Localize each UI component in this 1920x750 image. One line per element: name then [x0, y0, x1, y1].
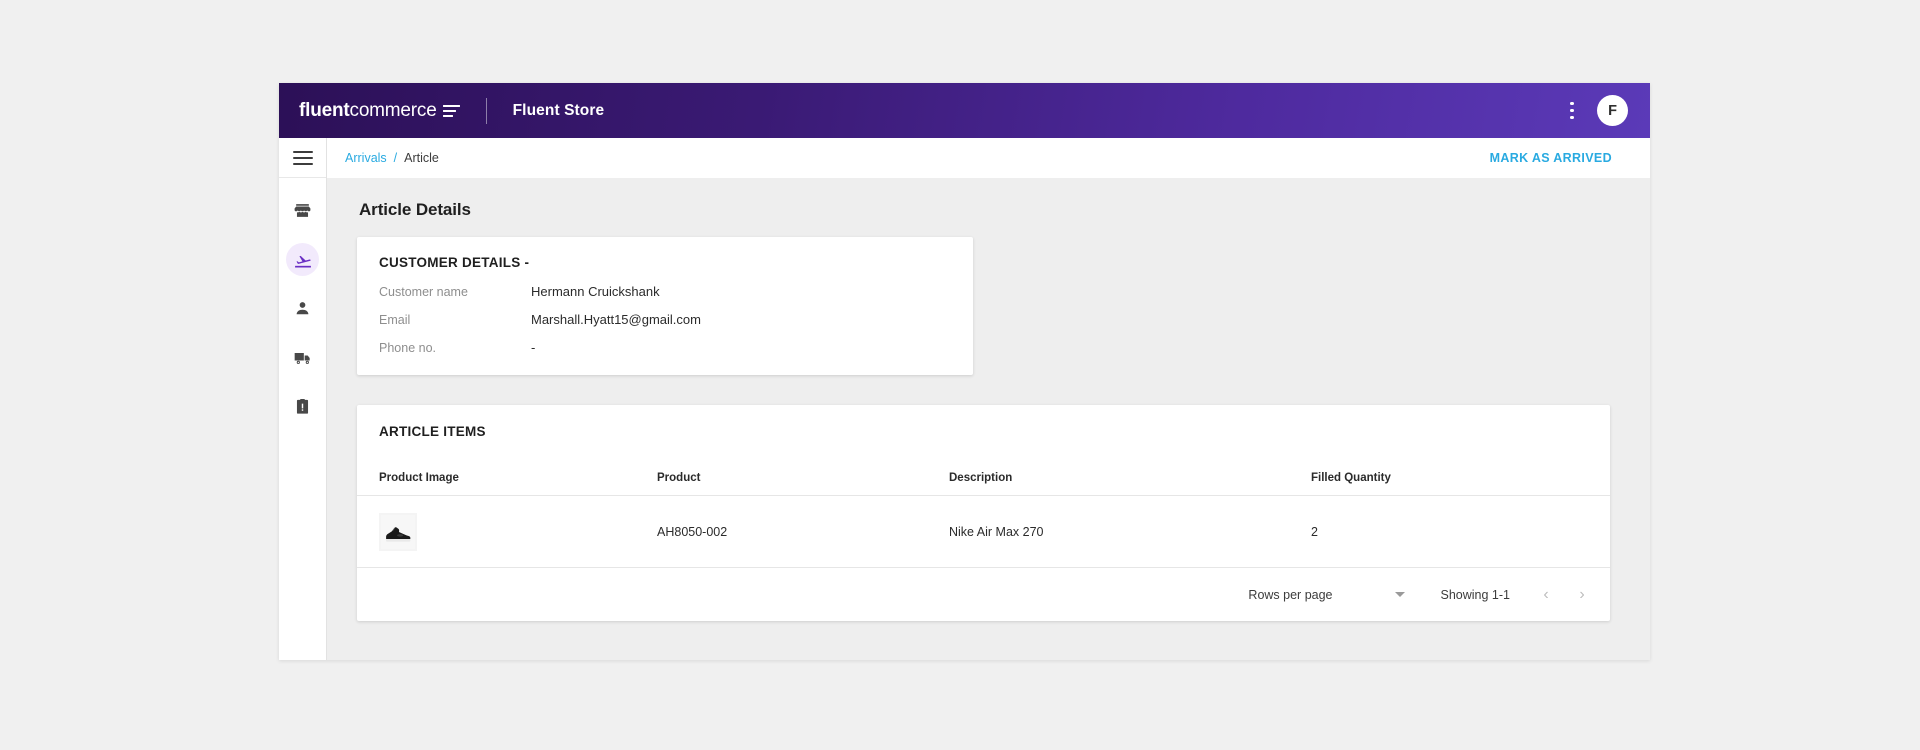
cell-product-image [357, 496, 657, 568]
breadcrumb: Arrivals / Article [345, 151, 439, 165]
app-window: fluentcommerce Fluent Store F [279, 83, 1650, 660]
chevron-right-icon[interactable]: › [1572, 585, 1592, 605]
customer-details-card: CUSTOMER DETAILS - Customer name Hermann… [357, 237, 973, 375]
breadcrumb-separator: / [394, 151, 397, 165]
top-bar: fluentcommerce Fluent Store F [279, 83, 1650, 138]
cell-filled-quantity: 2 [1311, 496, 1610, 568]
brand-logo-bold: fluent [299, 100, 350, 121]
hamburger-menu-icon [293, 151, 313, 165]
app-name: Fluent Store [513, 102, 605, 120]
customer-email-label: Email [379, 313, 531, 327]
sidebar-item-arrivals[interactable] [286, 243, 319, 276]
brand-logo[interactable]: fluentcommerce [299, 100, 460, 122]
truck-icon [293, 348, 313, 368]
chevron-down-icon[interactable] [1395, 592, 1405, 597]
table-header: Product Image Product Description Filled… [357, 439, 1610, 496]
rows-per-page-label: Rows per page [1248, 588, 1332, 602]
brand-logo-text: fluentcommerce [299, 100, 437, 122]
breadcrumb-current: Article [404, 151, 439, 165]
chevron-left-icon[interactable]: ‹ [1536, 585, 1556, 605]
showing-range: Showing 1-1 [1441, 588, 1511, 602]
app-body: Arrivals / Article MARK AS ARRIVED Artic… [279, 138, 1650, 660]
mark-as-arrived-button[interactable]: MARK AS ARRIVED [1490, 151, 1612, 165]
store-icon [293, 201, 312, 220]
topbar-divider [486, 98, 487, 124]
breadcrumb-link-arrivals[interactable]: Arrivals [345, 151, 387, 165]
pagination: Rows per page Showing 1-1 ‹ › [357, 568, 1610, 621]
clipboard-alert-icon [293, 397, 312, 416]
page-content: Article Details CUSTOMER DETAILS - Custo… [327, 178, 1650, 660]
sidebar-item-store[interactable] [286, 194, 319, 227]
screen: fluentcommerce Fluent Store F [0, 0, 1920, 750]
three-bars-icon [443, 105, 460, 118]
person-icon [293, 299, 312, 318]
avatar[interactable]: F [1597, 95, 1628, 126]
customer-phone-label: Phone no. [379, 341, 531, 355]
customer-phone-row: Phone no. - [379, 340, 951, 355]
sidebar-toggle[interactable] [279, 138, 326, 178]
page-title: Article Details [359, 200, 1620, 220]
customer-email-row: Email Marshall.Hyatt15@gmail.com [379, 312, 951, 327]
main-area: Arrivals / Article MARK AS ARRIVED Artic… [327, 138, 1650, 660]
table-header-row: Product Image Product Description Filled… [357, 439, 1610, 496]
article-items-title: ARTICLE ITEMS [357, 405, 1610, 439]
sidebar-item-tasks[interactable] [286, 390, 319, 423]
sidebar [279, 138, 327, 660]
topbar-actions: F [1559, 95, 1628, 126]
cell-product: AH8050-002 [657, 496, 949, 568]
customer-name-value: Hermann Cruickshank [531, 284, 660, 299]
customer-phone-value: - [531, 340, 535, 355]
table-row[interactable]: AH8050-002 Nike Air Max 270 2 [357, 496, 1610, 568]
customer-email-value: Marshall.Hyatt15@gmail.com [531, 312, 701, 327]
article-items-card: ARTICLE ITEMS Product Image Product Desc… [357, 405, 1610, 621]
column-header-product: Product [657, 439, 949, 496]
plane-landing-icon [293, 250, 313, 270]
sidebar-item-customers[interactable] [286, 292, 319, 325]
sneaker-thumbnail [379, 513, 417, 551]
column-header-product-image: Product Image [357, 439, 657, 496]
brand-logo-regular: commerce [350, 100, 437, 121]
column-header-filled-quantity: Filled Quantity [1311, 439, 1610, 496]
column-header-description: Description [949, 439, 1311, 496]
cell-description: Nike Air Max 270 [949, 496, 1311, 568]
article-items-table: Product Image Product Description Filled… [357, 439, 1610, 568]
breadcrumb-bar: Arrivals / Article MARK AS ARRIVED [327, 138, 1650, 178]
customer-name-label: Customer name [379, 285, 531, 299]
more-vertical-icon[interactable] [1559, 96, 1585, 126]
sidebar-item-deliveries[interactable] [286, 341, 319, 374]
sidebar-nav [279, 178, 326, 423]
customer-details-title: CUSTOMER DETAILS - [379, 255, 951, 270]
table-body: AH8050-002 Nike Air Max 270 2 [357, 496, 1610, 568]
customer-name-row: Customer name Hermann Cruickshank [379, 284, 951, 299]
